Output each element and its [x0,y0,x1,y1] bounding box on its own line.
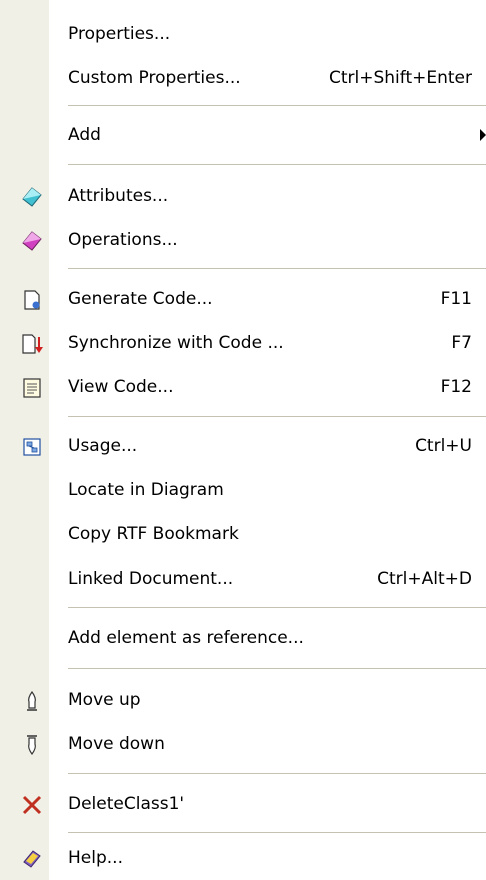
menu-item-delete[interactable]: DeleteClass1' [0,782,486,826]
menu-item-locate-in-diagram[interactable]: Locate in Diagram [0,468,486,512]
menu-item-label: Help... [68,848,123,868]
menu-separator [68,607,486,610]
menu-item-label: Copy RTF Bookmark [68,524,239,544]
menu-item-label: Linked Document... [68,569,234,589]
menu-separator [68,668,486,671]
menu-item-shortcut: Ctrl+Shift+Enter [328,68,472,88]
help-icon [21,848,43,870]
menu-item-label: Usage... [68,436,138,456]
synchronize-code-icon [21,333,43,355]
submenu-arrow-icon [480,129,486,141]
menu-item-label: Synchronize with Code ... [68,333,284,353]
menu-item-attributes[interactable]: Attributes... [0,174,486,218]
menu-item-shortcut: F11 [440,289,472,309]
move-down-icon [21,734,43,756]
menu-item-shortcut: F7 [451,333,472,353]
menu-item-label: Properties... [68,24,171,44]
menu-item-label: Operations... [68,230,178,250]
menu-item-synchronize-with-code[interactable]: Synchronize with Code ... F7 [0,321,486,365]
menu-item-label: Attributes... [68,186,169,206]
menu-separator [68,832,486,835]
menu-item-view-code[interactable]: View Code... F12 [0,365,486,409]
menu-item-add[interactable]: Add [0,113,486,157]
view-code-icon [21,377,43,399]
menu-separator [68,164,486,167]
menu-item-shortcut: F12 [440,377,472,397]
menu-item-custom-properties[interactable]: Custom Properties... Ctrl+Shift+Enter [0,56,486,100]
menu-separator [68,773,486,776]
menu-item-label: Move up [68,690,141,710]
menu-separator [68,416,486,419]
menu-item-shortcut: Ctrl+Alt+D [377,569,472,589]
operations-icon [21,230,43,252]
menu-item-label: Locate in Diagram [68,480,224,500]
menu-item-move-up[interactable]: Move up [0,678,486,722]
generate-code-icon [21,289,43,311]
menu-item-label: Generate Code... [68,289,213,309]
menu-separator [68,105,486,108]
menu-item-properties[interactable]: Properties... [0,12,486,56]
usage-icon [21,436,43,458]
menu-separator [68,268,486,271]
context-menu: Properties... Custom Properties... Ctrl+… [0,0,486,880]
move-up-icon [21,690,43,712]
menu-item-label: Move down [68,734,165,754]
menu-item-label: Custom Properties... [68,68,241,88]
menu-item-usage[interactable]: Usage... Ctrl+U [0,424,486,468]
menu-item-help[interactable]: Help... [0,836,486,880]
menu-item-label: View Code... [68,377,174,397]
delete-icon [21,794,43,816]
menu-item-operations[interactable]: Operations... [0,218,486,262]
attributes-icon [21,186,43,208]
menu-item-label: Add [68,125,101,145]
menu-item-move-down[interactable]: Move down [0,722,486,766]
menu-item-shortcut: Ctrl+U [415,436,472,456]
menu-item-copy-rtf-bookmark[interactable]: Copy RTF Bookmark [0,512,486,556]
menu-item-label: DeleteClass1' [68,794,185,814]
menu-item-add-element-as-reference[interactable]: Add element as reference... [0,616,486,660]
menu-item-label: Add element as reference... [68,628,304,648]
menu-item-generate-code[interactable]: Generate Code... F11 [0,277,486,321]
menu-item-linked-document[interactable]: Linked Document... Ctrl+Alt+D [0,557,486,601]
